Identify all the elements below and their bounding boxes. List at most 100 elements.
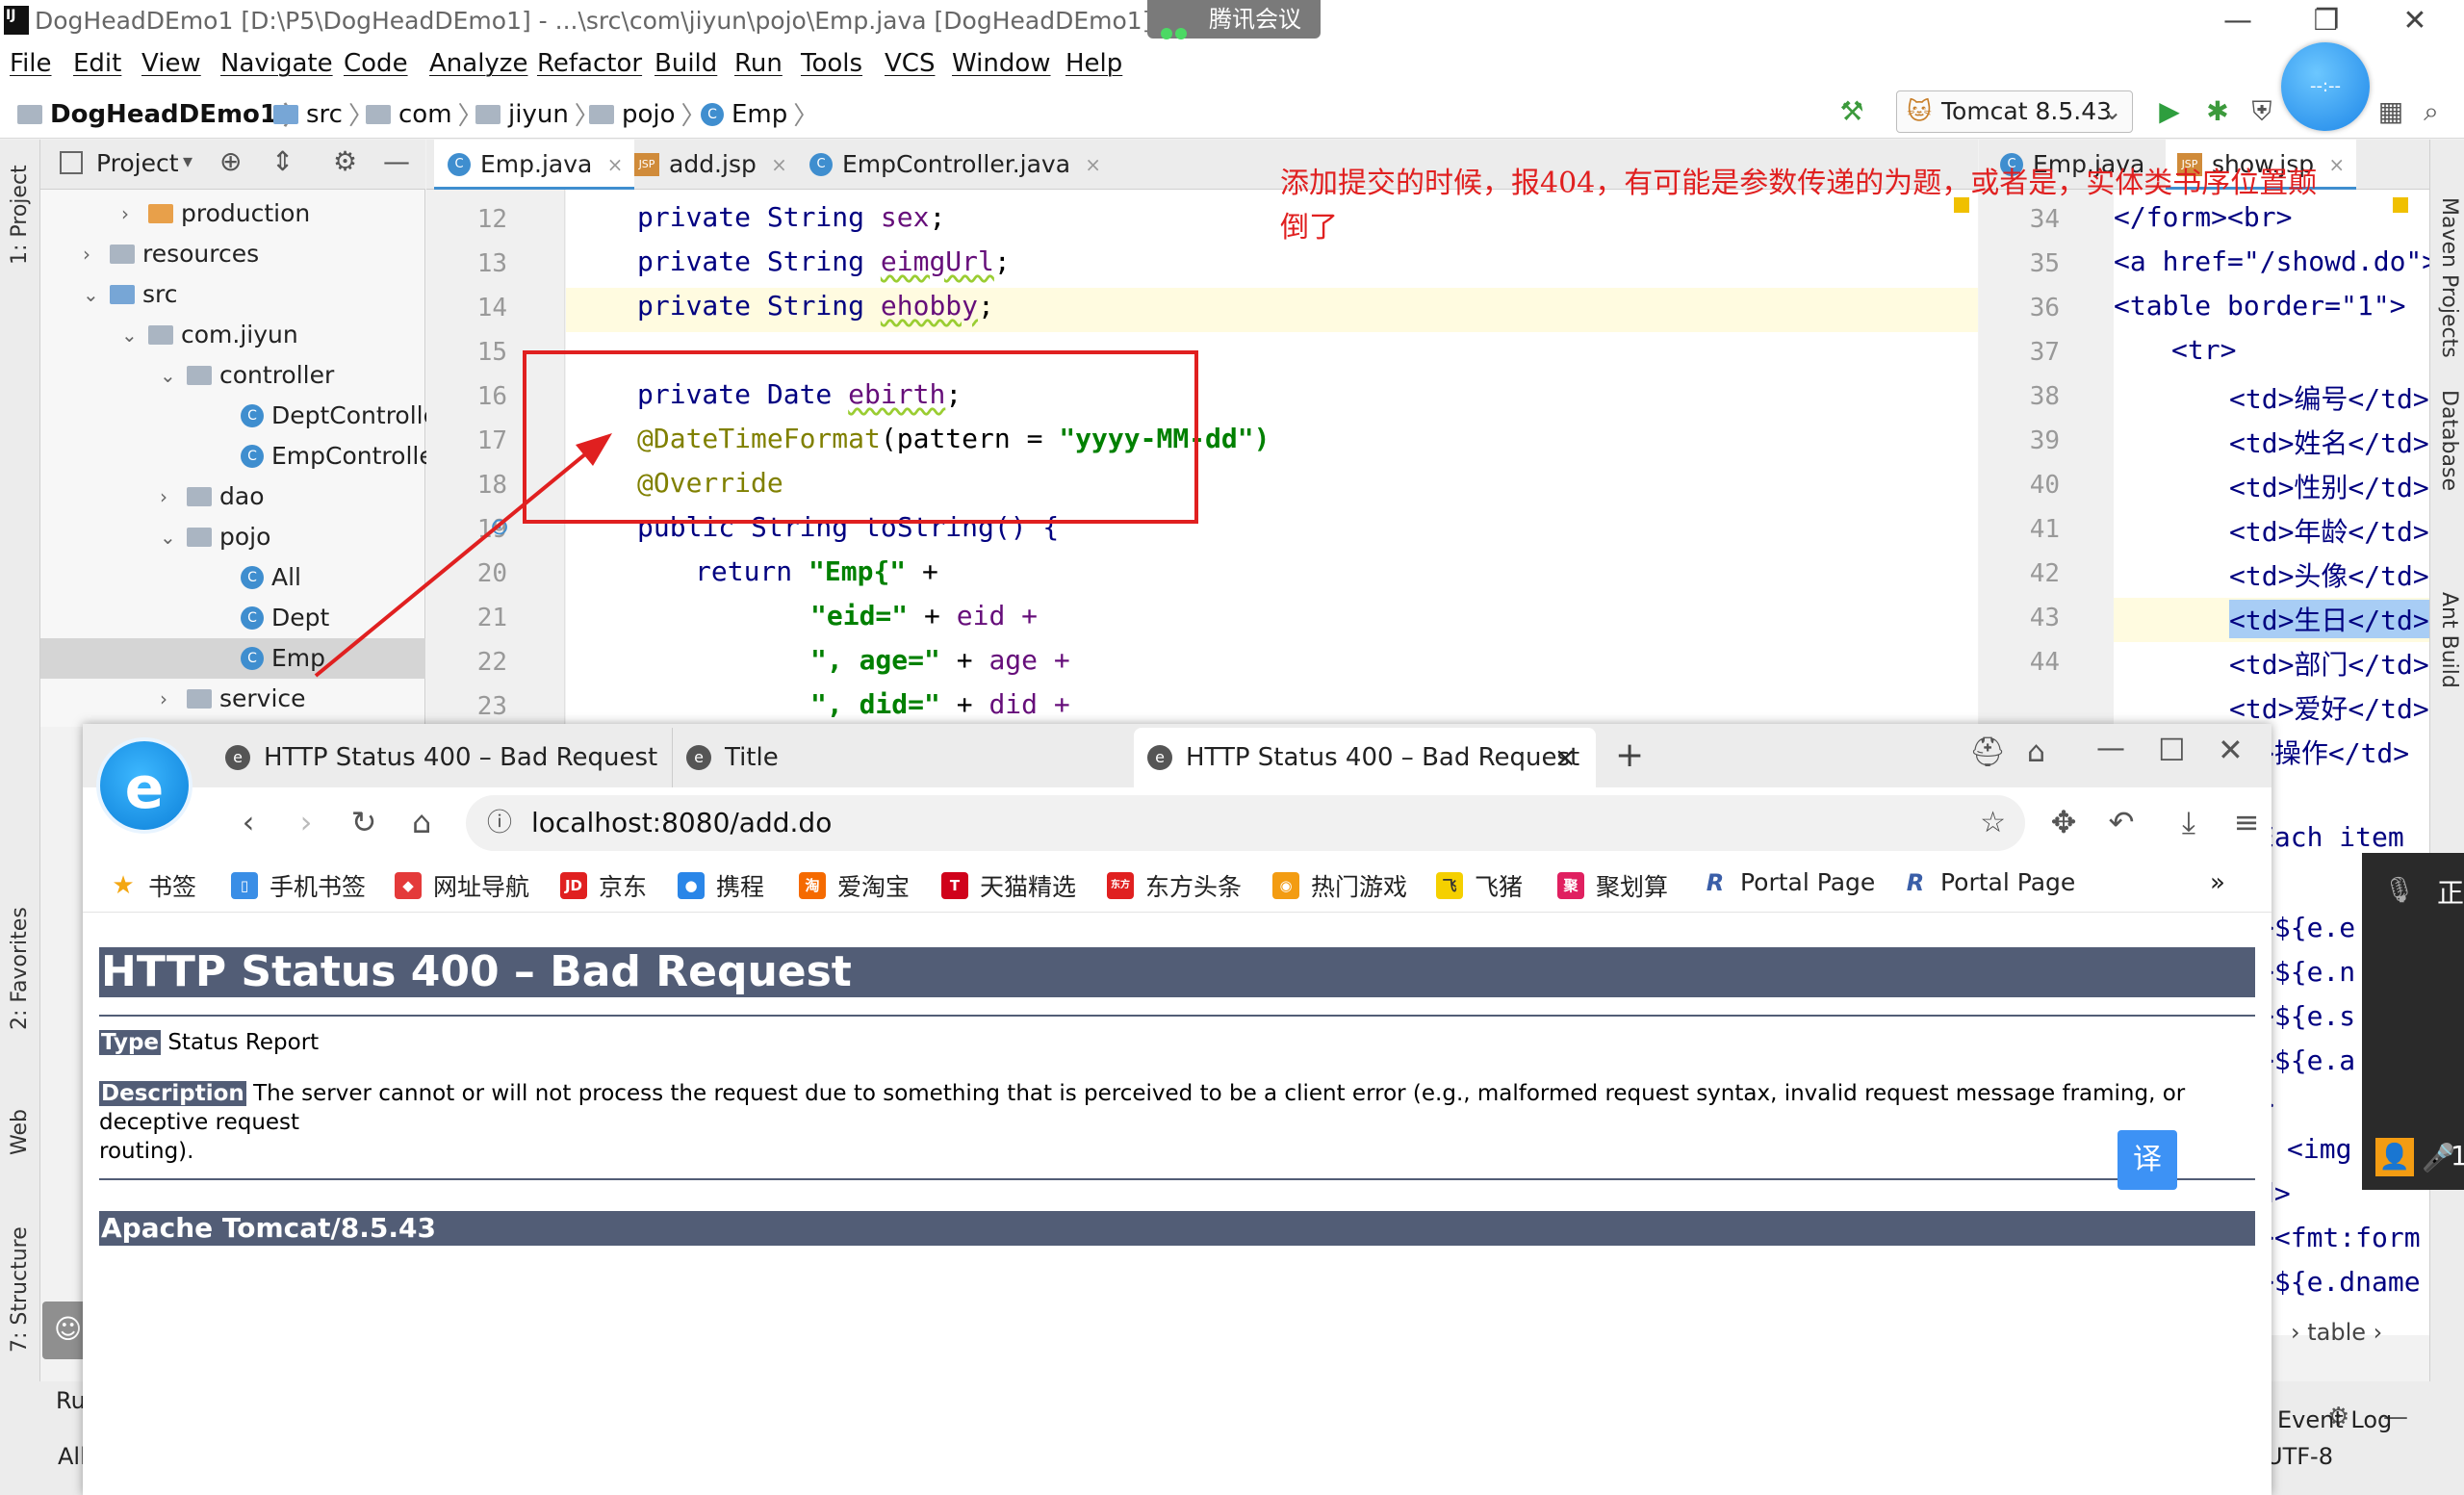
browser-tab-2[interactable]: e Title: [672, 728, 1134, 787]
minimize-button[interactable]: —: [2194, 2, 2281, 40]
shirt-icon[interactable]: ⌂: [2027, 735, 2045, 769]
tree-item-com-jiyun[interactable]: ⌄ com.jiyun: [121, 315, 298, 355]
coverage-icon[interactable]: ⛨: [2245, 94, 2279, 129]
reload-icon[interactable]: ↻: [343, 801, 385, 843]
menu-view[interactable]: View: [141, 49, 201, 78]
menu-refactor[interactable]: Refactor: [537, 49, 642, 78]
menu-file[interactable]: File: [10, 49, 52, 78]
build-hammer-icon[interactable]: ⚒: [1835, 94, 1869, 129]
tree-item-pojo[interactable]: ⌄ pojo: [160, 517, 270, 557]
close-icon[interactable]: ×: [607, 140, 624, 190]
incognito-icon[interactable]: ⛑: [1969, 735, 2006, 769]
home-icon[interactable]: ⌂: [400, 801, 443, 843]
undo-icon[interactable]: ↶: [2100, 801, 2143, 843]
menu-tools[interactable]: Tools: [801, 49, 862, 78]
menu-window[interactable]: Window: [952, 49, 1051, 78]
back-icon[interactable]: ‹: [227, 801, 270, 843]
menu-run[interactable]: Run: [734, 49, 783, 78]
bookmark-item[interactable]: ◆ 网址导航: [395, 868, 529, 903]
maven-projects-tool-tab[interactable]: Maven Projects: [2437, 197, 2461, 358]
debug-icon[interactable]: ✱: [2200, 94, 2235, 129]
menu-edit[interactable]: Edit: [73, 49, 121, 78]
search-icon[interactable]: ⌕: [2414, 94, 2449, 129]
browser-minimize-button[interactable]: —: [2096, 732, 2125, 765]
tree-item-all[interactable]: C All: [241, 557, 301, 598]
locate-icon[interactable]: ⊕: [219, 145, 242, 177]
hide-panel-icon[interactable]: —: [383, 145, 410, 177]
database-tool-tab[interactable]: Database: [2437, 390, 2461, 491]
breadcrumb-emp[interactable]: C Emp 〉: [701, 96, 818, 132]
star-icon[interactable]: ☆: [1980, 795, 2006, 851]
bookmark-item[interactable]: T 天猫精选: [941, 868, 1076, 903]
tree-item-resources[interactable]: › resources: [83, 234, 259, 274]
tree-item-service[interactable]: › service: [160, 679, 306, 719]
close-icon[interactable]: ×: [2328, 140, 2345, 190]
structure-icon[interactable]: ▦: [2374, 94, 2408, 129]
event-log-button[interactable]: Event Log: [2277, 1406, 2392, 1433]
bookmark-item[interactable]: 淘爱淘宝: [799, 868, 910, 903]
close-window-button[interactable]: ✕: [2372, 2, 2458, 40]
menu-vcs[interactable]: VCS: [885, 49, 935, 78]
close-icon[interactable]: ×: [1554, 728, 1577, 787]
run-tool-tab[interactable]: Ru: [56, 1387, 86, 1414]
bookmark-item[interactable]: 东方 东方头条: [1107, 868, 1242, 903]
bookmark-item[interactable]: 聚聚划算: [1557, 868, 1668, 903]
emoji-icon[interactable]: ☺: [54, 1313, 82, 1345]
new-tab-button[interactable]: +: [1615, 728, 1644, 784]
address-bar[interactable]: ⓘ localhost:8080/add.do ☆: [466, 795, 2025, 851]
project-tool-tab[interactable]: 1: Project: [8, 165, 32, 265]
menu-icon[interactable]: ≡: [2225, 801, 2268, 843]
meeting-clock-bubble[interactable]: --:--: [2281, 42, 2370, 131]
tree-item-production[interactable]: › production: [121, 193, 310, 234]
download-icon[interactable]: ⤓: [2168, 801, 2210, 843]
bookmark-item[interactable]: ▯ 手机书签: [231, 868, 366, 903]
breadcrumb-com[interactable]: com 〉: [366, 96, 483, 132]
warning-marker-icon[interactable]: [2393, 197, 2408, 213]
run-config-dropdown[interactable]: 🐱 Tomcat 8.5.43 ⌄: [1896, 90, 2133, 133]
menu-help[interactable]: Help: [1065, 49, 1122, 78]
tree-item-controller[interactable]: ⌄ controller: [160, 355, 334, 396]
menu-build[interactable]: Build: [654, 49, 717, 78]
breadcrumb-project[interactable]: DogHeadDEmo1〉: [17, 96, 308, 132]
structure-tool-tab[interactable]: 7: Structure: [8, 1226, 32, 1353]
bookmark-item[interactable]: ◉ 热门游戏: [1272, 868, 1407, 903]
bookmark-item[interactable]: 飞飞猪: [1436, 868, 1523, 903]
tencent-meeting-badge[interactable]: 腾讯会议: [1147, 0, 1321, 39]
tab-empcontroller-java[interactable]: C EmpController.java ×: [796, 140, 1113, 190]
extensions-icon[interactable]: ✥: [2042, 801, 2085, 843]
jsp-breadcrumb[interactable]: › table ›: [2291, 1319, 2382, 1346]
menu-navigate[interactable]: Navigate: [220, 49, 333, 78]
browser-tab-3-active[interactable]: e HTTP Status 400 – Bad Request ×: [1134, 728, 1596, 787]
tree-item-src[interactable]: ⌄ src: [83, 274, 178, 315]
tree-item-dao[interactable]: › dao: [160, 477, 264, 517]
breadcrumb-src[interactable]: src 〉: [273, 96, 373, 132]
encoding-indicator[interactable]: UTF-8: [2266, 1443, 2333, 1470]
bookmark-item[interactable]: ★ 书签: [110, 868, 196, 903]
bookmark-item[interactable]: JD 京东: [560, 868, 647, 903]
close-icon[interactable]: ×: [1085, 140, 1101, 190]
breadcrumb-jiyun[interactable]: jiyun 〉: [475, 96, 600, 132]
forward-icon[interactable]: ›: [285, 801, 327, 843]
tab-emp-java[interactable]: C Emp.java ×: [434, 140, 635, 190]
maximize-button[interactable]: ❐: [2283, 2, 2370, 40]
project-view-dropdown[interactable]: Project: [96, 149, 179, 177]
browser-tab-1[interactable]: e HTTP Status 400 – Bad Request: [212, 728, 751, 787]
ant-build-tool-tab[interactable]: Ant Build: [2437, 592, 2461, 688]
bookmark-item[interactable]: R Portal Page: [1902, 868, 2076, 896]
tab-add-jsp[interactable]: JSP add.jsp ×: [623, 140, 799, 190]
breadcrumb-pojo[interactable]: pojo 〉: [589, 96, 706, 132]
favorites-tool-tab[interactable]: 2: Favorites: [8, 907, 32, 1030]
bookmark-item[interactable]: R Portal Page: [1702, 868, 1876, 896]
bookmarks-more-button[interactable]: »: [2210, 868, 2225, 897]
translate-button[interactable]: 译: [2118, 1130, 2177, 1190]
browser-maximize-button[interactable]: ☐: [2158, 732, 2186, 768]
web-tool-tab[interactable]: Web: [8, 1109, 32, 1155]
gear-icon[interactable]: ⚙: [333, 145, 357, 177]
run-icon[interactable]: ▶: [2152, 94, 2187, 129]
close-icon[interactable]: ×: [771, 140, 787, 190]
microphone-icon[interactable]: 🎙: [2383, 876, 2415, 905]
bookmark-item[interactable]: ● 携程: [678, 868, 764, 903]
menu-code[interactable]: Code: [344, 49, 408, 78]
menu-analyze[interactable]: Analyze: [429, 49, 527, 78]
collapse-icon[interactable]: ⇕: [271, 145, 294, 177]
